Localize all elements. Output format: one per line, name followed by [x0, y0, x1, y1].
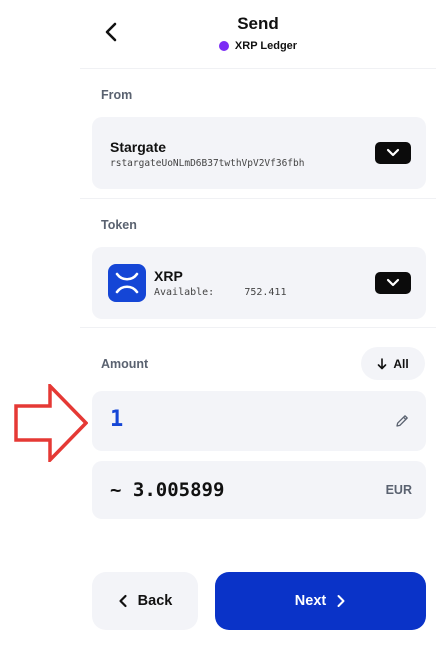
network-dot-icon [218, 41, 229, 51]
divider [80, 327, 436, 328]
header: Send XRP Ledger [80, 0, 436, 69]
all-label: All [393, 356, 409, 371]
network-indicator: XRP Ledger [80, 40, 436, 52]
chevron-down-icon [386, 148, 400, 157]
token-label: Token [101, 218, 137, 232]
next-button[interactable]: Next [215, 572, 426, 630]
token-dropdown-button[interactable] [375, 272, 411, 294]
all-button[interactable]: All [361, 347, 425, 380]
fiat-value: ~ 3.005899 [110, 479, 225, 501]
fiat-currency: EUR [385, 483, 412, 497]
from-account-selector[interactable]: Stargate rstargateUoNLmD6B37twthVpV2Vf36… [92, 117, 426, 189]
available-value: 752.411 [244, 287, 287, 298]
chevron-down-icon [386, 278, 400, 287]
back-label: Back [137, 593, 173, 609]
arrow-down-icon [378, 357, 387, 369]
page-title: Send [237, 14, 279, 33]
annotation-arrow-icon [14, 384, 88, 462]
token-selector[interactable]: XRP Available: 752.411 [92, 247, 426, 319]
pencil-icon[interactable] [394, 413, 410, 429]
token-symbol: XRP [154, 268, 183, 284]
account-address: rstargateUoNLmD6B37twthVpV2Vf36fbh [110, 158, 305, 169]
divider [80, 198, 436, 199]
xrp-logo-icon [108, 264, 146, 302]
network-name: XRP Ledger [234, 40, 298, 52]
from-label: From [101, 88, 133, 102]
account-name: Stargate [110, 139, 167, 155]
amount-label: Amount [101, 357, 149, 371]
amount-field[interactable] [92, 391, 426, 451]
chevron-right-icon [337, 595, 345, 607]
chevron-left-icon [119, 594, 127, 608]
next-label: Next [294, 593, 327, 609]
back-button[interactable]: Back [92, 572, 198, 630]
send-screen: Send XRP Ledger From Stargate rstargateU… [0, 0, 436, 653]
fiat-value-field: ~ 3.005899 EUR [92, 461, 426, 519]
amount-input[interactable] [110, 407, 370, 432]
account-dropdown-button[interactable] [375, 142, 411, 164]
token-available: Available: 752.411 [154, 287, 294, 298]
available-label: Available: [154, 287, 215, 298]
